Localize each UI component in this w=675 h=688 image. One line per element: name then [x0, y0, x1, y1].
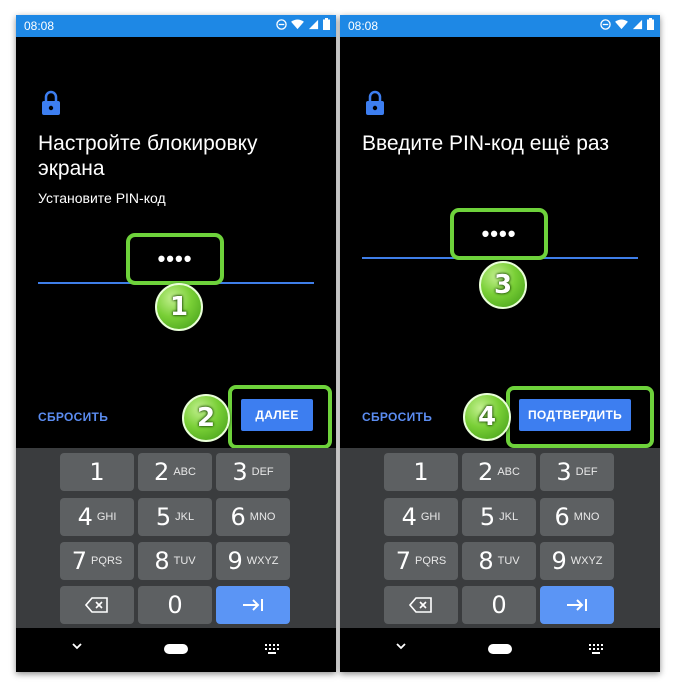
key-6[interactable]: 6 MNO [216, 498, 290, 536]
confirm-button[interactable]: ПОДТВЕРДИТЬ [519, 399, 631, 431]
signal-icon [308, 19, 319, 29]
status-icons [276, 18, 330, 30]
page-title: Настройте блокировку экрана [38, 132, 258, 180]
key-1[interactable]: 1 [384, 453, 458, 491]
tab-arrow-icon [243, 599, 263, 611]
key-4[interactable]: 4 GHI [60, 498, 134, 536]
wifi-icon [291, 18, 304, 29]
key-7[interactable]: 7 PQRS [384, 542, 458, 580]
backspace-icon [409, 597, 432, 613]
keyboard-icon[interactable] [265, 644, 279, 654]
step-badge-3: 3 [479, 261, 527, 309]
status-bar: 08:08 [340, 15, 660, 37]
tab-arrow-icon [567, 599, 587, 611]
key-3[interactable]: 3 DEF [540, 453, 614, 491]
key-8[interactable]: 8 TUV [462, 542, 536, 580]
key-0[interactable]: 0 [138, 586, 212, 624]
step-badge-2: 2 [182, 394, 230, 442]
do-not-disturb-icon [276, 18, 287, 30]
pin-input[interactable]: •••• [450, 208, 548, 260]
key-3[interactable]: 3 DEF [216, 453, 290, 491]
key-2[interactable]: 2 ABC [138, 453, 212, 491]
phone-screen-right: 08:08 Введите PIN-код ещё раз •••• 3 СБР… [340, 15, 660, 672]
signal-icon [632, 19, 643, 29]
page-subtitle: Установите PIN-код [38, 190, 166, 206]
numeric-keypad: 1 2 ABC 3 DEF 4 GHI 5 JKL 6 MNO 7 PQRS 8 TUV 9W… [16, 448, 336, 628]
reset-button[interactable]: СБРОСИТЬ [362, 410, 432, 424]
key-4[interactable]: 4 GHI [384, 498, 458, 536]
chevron-down-icon[interactable] [72, 642, 82, 650]
key-2[interactable]: 2 ABC [462, 453, 536, 491]
status-time: 08:08 [348, 19, 379, 33]
home-button[interactable] [488, 644, 512, 654]
pin-dots: •••• [481, 221, 517, 246]
key-8[interactable]: 8 TUV [138, 542, 212, 580]
key-5[interactable]: 5 JKL [462, 498, 536, 536]
phone-screen-left: 08:08 Настройте блокировку экрана Устано… [16, 15, 336, 672]
key-9[interactable]: 9 WXYZ [540, 542, 614, 580]
step-badge-1: 1 [155, 283, 203, 331]
wifi-icon [615, 18, 628, 29]
key-1[interactable]: 1 [60, 453, 134, 491]
chevron-down-icon[interactable] [396, 642, 406, 650]
status-bar: 08:08 [16, 15, 336, 37]
key-7[interactable]: 7 PQRS [60, 542, 134, 580]
status-icons [600, 18, 654, 30]
lock-icon [42, 90, 60, 115]
page-title: Введите PIN-код ещё раз [362, 132, 609, 155]
next-button[interactable]: ДАЛЕЕ [241, 399, 313, 431]
keyboard-icon[interactable] [589, 644, 603, 654]
battery-icon [647, 18, 654, 30]
key-5[interactable]: 5 JKL [138, 498, 212, 536]
backspace-key[interactable] [60, 586, 134, 624]
key-6[interactable]: 6 MNO [540, 498, 614, 536]
step-badge-4: 4 [463, 393, 511, 441]
battery-icon [323, 18, 330, 30]
key-9[interactable]: 9 WXYZ [216, 542, 290, 580]
status-time: 08:08 [24, 19, 55, 33]
backspace-icon [85, 597, 108, 613]
key-0[interactable]: 0 [462, 586, 536, 624]
pin-input[interactable]: •••• [126, 233, 224, 285]
backspace-key[interactable] [384, 586, 458, 624]
pin-dots: •••• [157, 246, 193, 271]
enter-key[interactable] [216, 586, 290, 624]
numeric-keypad: 1 2 ABC 3 DEF 4 GHI 5 JKL 6 MNO 7 PQRS 8 TUV 9W… [340, 448, 660, 628]
enter-key[interactable] [540, 586, 614, 624]
navigation-bar [16, 628, 336, 672]
home-button[interactable] [164, 644, 188, 654]
reset-button[interactable]: СБРОСИТЬ [38, 410, 108, 424]
navigation-bar [340, 628, 660, 672]
do-not-disturb-icon [600, 18, 611, 30]
lock-icon [366, 90, 384, 115]
